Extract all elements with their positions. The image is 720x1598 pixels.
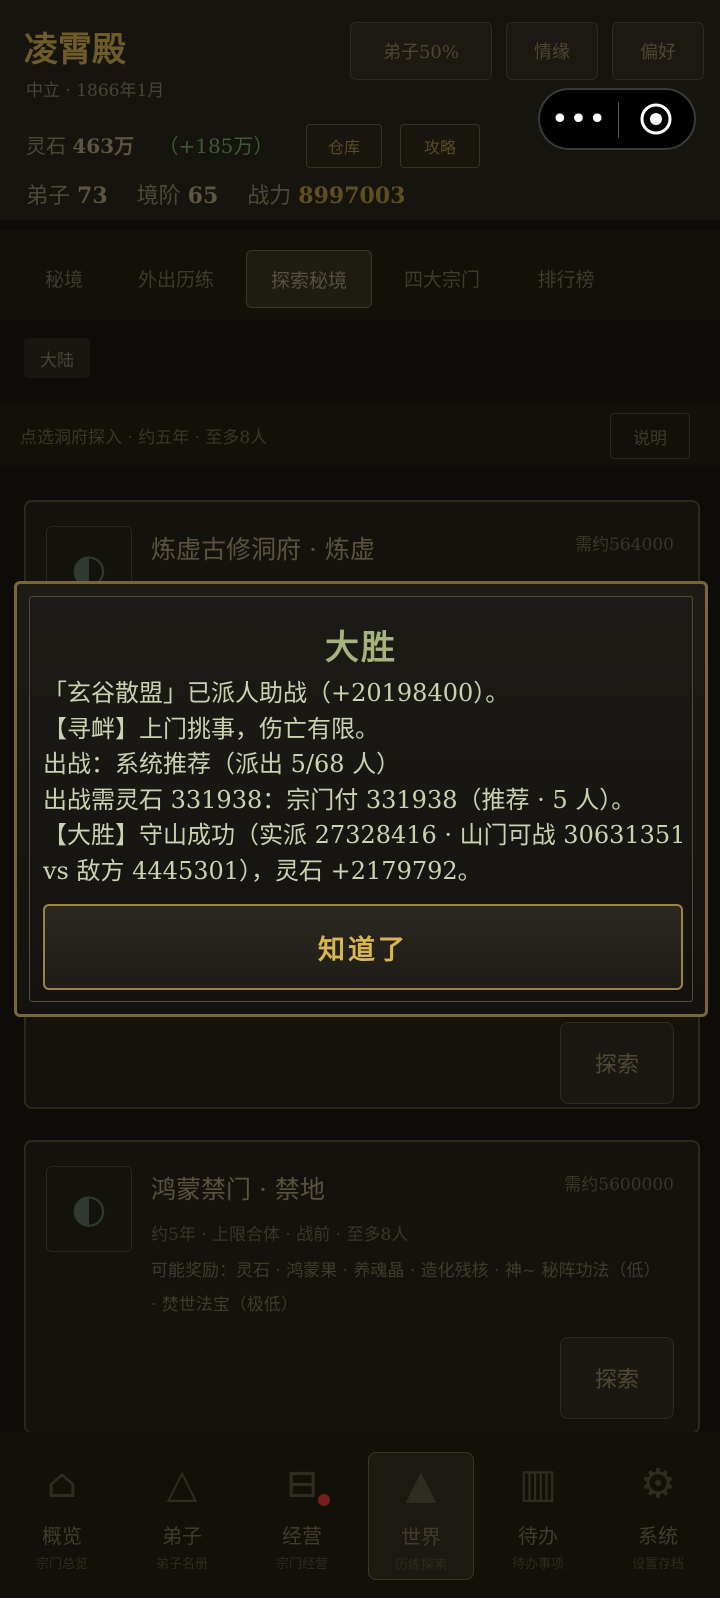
explore-button[interactable]: 探索 [560,1022,674,1104]
explain-button[interactable]: 说明 [610,413,690,459]
message-line: 「玄谷散盟」已派人助战（+20198400）。 [43,679,510,707]
preference-button[interactable]: 偏好 [612,22,704,80]
battle-result-dialog: 大胜 「玄谷散盟」已派人助战（+20198400）。 【寻衅】上门挑事，伤亡有限… [14,581,708,1017]
tier-value: 65 [187,183,219,209]
sect-title: 凌霄殿 [24,30,126,70]
world-icon: ▲ [405,1462,437,1508]
nav-overview[interactable]: ⌂ 概览 宗门总览 [10,1452,114,1578]
todo-icon: ▥ [519,1461,557,1507]
manage-icon: ⊟ [285,1461,319,1507]
realm-title: 炼虚古修洞府 · 炼虚 [151,535,375,564]
info-text: 点选洞府探入 · 约五年 · 至多8人 [20,428,268,448]
tab-four-sects[interactable]: 四大宗门 [380,250,504,306]
disciple-icon: △ [166,1461,198,1507]
realm-card: ◐ 鸿蒙禁门 · 禁地 需约5600000 约5年 · 上限合体 · 战前 · … [24,1140,700,1434]
lingshi-value: 463万 [72,134,135,158]
capsule-divider [618,102,619,138]
info-row: 点选洞府探入 · 约五年 · 至多8人 说明 [0,405,720,465]
message-line: 出战：系统推荐（派出 5/68 人） [43,750,401,778]
message-line: 【大胜】守山成功（实派 27328416 · 山门可战 30631351 [43,821,686,849]
tab-ranking[interactable]: 排行榜 [518,250,614,306]
close-miniprogram-icon[interactable] [640,103,672,135]
nav-world[interactable]: ▲ 世界 历练探索 [368,1452,474,1580]
hall-icon: ⌂ [46,1461,78,1507]
realm-rewards: 可能奖励：灵石 · 鸿蒙果 · 养魂晶 · 造化残核 · 神~ 秘阵功法（低） … [151,1261,661,1315]
bottom-nav: ⌂ 概览 宗门总览 △ 弟子 弟子名册 ⊟ 经营 宗门经营 ▲ 世界 历练探索 … [0,1432,720,1598]
tab-training[interactable]: 外出历练 [118,250,234,306]
realm-requirement: 需约5600000 [564,1175,674,1195]
system-icon: ⚙ [640,1461,676,1507]
sect-subtitle: 中立 · 1866年1月 [26,81,165,101]
romance-button[interactable]: 情缘 [506,22,598,80]
message-line: vs 敌方 4445301），灵石 +2179792。 [43,856,482,885]
warehouse-button[interactable]: 仓库 [306,124,382,168]
tab-secret-realm[interactable]: 秘境 [24,250,104,306]
sect-stats: 弟子 73 境阶 65 战力 8997003 [26,183,406,209]
region-filter: 大陆 [0,330,720,390]
message-line: 出战需灵石 331938：宗门付 331938（推荐 · 5 人）。 [43,785,636,814]
power-value: 8997003 [298,183,406,209]
nav-todo[interactable]: ▥ 待办 待办事项 [486,1452,590,1578]
region-chip[interactable]: 大陆 [24,338,90,378]
disciple-ratio-button[interactable]: 弟子50% [350,22,492,80]
nav-disciples[interactable]: △ 弟子 弟子名册 [130,1452,234,1578]
acknowledge-button[interactable]: 知道了 [43,904,683,990]
dialog-message: 「玄谷散盟」已派人助战（+20198400）。 【寻衅】上门挑事，伤亡有限。 出… [43,676,703,889]
explore-button[interactable]: 探索 [560,1337,674,1419]
miniprogram-capsule: ••• [538,88,696,150]
guide-button[interactable]: 攻略 [400,124,480,168]
disciple-count: 73 [77,183,108,209]
world-tabs: 秘境 外出历练 探索秘境 四大宗门 排行榜 [0,230,720,320]
dialog-title: 大胜 [325,628,397,668]
lingshi-gain: （+185万） [158,134,274,158]
realm-icon: ◐ [46,1166,132,1252]
nav-system[interactable]: ⚙ 系统 设置存档 [606,1452,710,1578]
realm-requirement: 需约564000 [575,535,674,555]
more-icon[interactable]: ••• [540,90,618,148]
notification-dot [318,1494,330,1506]
realm-meta: 约5年 · 上限合体 · 战前 · 至多8人 [151,1225,409,1245]
realm-title: 鸿蒙禁门 · 禁地 [151,1175,325,1204]
lingshi-stat: 灵石 463万 （+185万） [26,134,274,158]
tab-explore[interactable]: 探索秘境 [246,250,372,308]
nav-manage[interactable]: ⊟ 经营 宗门经营 [250,1452,354,1578]
message-line: 【寻衅】上门挑事，伤亡有限。 [43,714,379,743]
